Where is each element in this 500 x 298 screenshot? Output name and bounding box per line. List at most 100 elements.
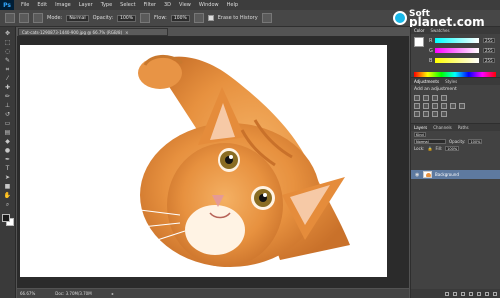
tab-channels[interactable]: Channels: [433, 125, 452, 130]
vibrance-icon[interactable]: [414, 103, 420, 109]
g-value[interactable]: 255: [483, 48, 495, 53]
menu-filter[interactable]: Filter: [140, 2, 160, 8]
pressure-opacity-icon[interactable]: [140, 13, 151, 23]
blend-mode-select[interactable]: Normal: [414, 139, 446, 144]
fg-color-preview[interactable]: [414, 37, 424, 47]
airbrush-icon[interactable]: [193, 13, 204, 23]
tools-panel: ✥ ⬚ ◌ ✎ ⌗ ⁄ ✚ ✏ ⊥ ↺ ▭ ▤ ◆ ● ✒ T ➤ ■ ✋ ⌕: [0, 27, 16, 298]
adjustments-title: Add an adjustment: [414, 87, 457, 92]
brush-tool-icon[interactable]: ✏: [3, 93, 13, 100]
move-tool-icon[interactable]: ✥: [3, 30, 13, 37]
layer-row-background[interactable]: ◉ Background: [411, 170, 500, 179]
eraser-preset-icon[interactable]: [5, 13, 15, 23]
layer-opacity-input[interactable]: 100%: [468, 139, 483, 144]
image-canvas[interactable]: [20, 45, 387, 277]
visibility-eye-icon[interactable]: ◉: [415, 172, 420, 178]
eraser-tool-icon[interactable]: ▭: [3, 120, 13, 127]
mode-label: Mode:: [47, 15, 63, 21]
shape-tool-icon[interactable]: ■: [3, 183, 13, 190]
menu-window[interactable]: Window: [195, 2, 223, 8]
threshold-icon[interactable]: [432, 111, 438, 117]
lock-icon[interactable]: 🔒: [427, 146, 432, 151]
black-white-icon[interactable]: [441, 103, 447, 109]
crop-tool-icon[interactable]: ⌗: [3, 66, 13, 73]
opacity-label: Opacity:: [92, 15, 114, 21]
brush-size-icon[interactable]: [19, 13, 29, 23]
levels-icon[interactable]: [423, 95, 429, 101]
dodge-tool-icon[interactable]: ●: [3, 147, 13, 154]
layer-opacity-label: Opacity:: [449, 139, 466, 144]
menu-3d[interactable]: 3D: [160, 2, 175, 8]
layer-style-icon[interactable]: [453, 291, 457, 296]
posterize-icon[interactable]: [423, 111, 429, 117]
menu-type[interactable]: Type: [97, 2, 116, 8]
lasso-tool-icon[interactable]: ◌: [3, 48, 13, 55]
healing-tool-icon[interactable]: ✚: [3, 84, 13, 91]
photo-filter-icon[interactable]: [450, 103, 456, 109]
curves-icon[interactable]: [432, 95, 438, 101]
menu-edit[interactable]: Edit: [33, 2, 51, 8]
exposure-icon[interactable]: [441, 95, 447, 101]
new-group-icon[interactable]: [477, 291, 481, 296]
tab-styles[interactable]: Styles: [445, 79, 457, 84]
add-mask-icon[interactable]: [461, 291, 465, 296]
foreground-color-swatch[interactable]: [1, 214, 10, 222]
tab-layers[interactable]: Layers: [414, 125, 427, 130]
eyedropper-tool-icon[interactable]: ⁄: [3, 75, 13, 82]
fill-label: Fill:: [435, 146, 443, 151]
fill-input[interactable]: 100%: [445, 146, 460, 151]
right-panels: Color Swatches R 255 G 255 B 255 Adjustm…: [410, 27, 500, 298]
lock-label: Lock:: [414, 146, 425, 151]
flow-input[interactable]: 100%: [170, 14, 190, 22]
tab-adjustments[interactable]: Adjustments: [414, 79, 439, 84]
brush-panel-icon[interactable]: [33, 13, 43, 23]
zoom-level[interactable]: 66.67%: [20, 291, 35, 296]
close-icon[interactable]: ×: [125, 30, 128, 35]
r-slider[interactable]: [435, 38, 479, 43]
b-value[interactable]: 255: [483, 58, 495, 63]
layer-kind-filter[interactable]: Kind: [414, 132, 426, 137]
g-slider[interactable]: [435, 48, 479, 53]
quick-select-tool-icon[interactable]: ✎: [3, 57, 13, 64]
marquee-tool-icon[interactable]: ⬚: [3, 39, 13, 46]
type-tool-icon[interactable]: T: [3, 165, 13, 172]
tab-swatches[interactable]: Swatches: [430, 28, 449, 33]
gradient-tool-icon[interactable]: ▤: [3, 129, 13, 136]
new-adjustment-icon[interactable]: [469, 291, 473, 296]
zoom-tool-icon[interactable]: ⌕: [3, 201, 13, 208]
gradient-map-icon[interactable]: [441, 111, 447, 117]
tab-color[interactable]: Color: [414, 28, 424, 33]
pen-tool-icon[interactable]: ✒: [3, 156, 13, 163]
delete-layer-icon[interactable]: [493, 291, 497, 296]
menu-file[interactable]: File: [17, 2, 33, 8]
invert-icon[interactable]: [414, 111, 420, 117]
hand-tool-icon[interactable]: ✋: [3, 192, 13, 199]
link-layers-icon[interactable]: [445, 291, 449, 296]
status-arrow-icon[interactable]: ▸: [112, 291, 114, 296]
menu-select[interactable]: Select: [116, 2, 139, 8]
mode-select[interactable]: Normal: [66, 14, 89, 22]
channel-mixer-icon[interactable]: [459, 103, 465, 109]
menu-view[interactable]: View: [175, 2, 195, 8]
color-balance-icon[interactable]: [432, 103, 438, 109]
softplanet-logo-icon: [393, 11, 407, 25]
document-tab[interactable]: Cat-cats-1290873-1440-900.jpg @ 66.7% (R…: [18, 28, 168, 36]
menu-help[interactable]: Help: [223, 2, 242, 8]
blur-tool-icon[interactable]: ◆: [3, 138, 13, 145]
erase-to-history-checkbox[interactable]: [207, 15, 214, 21]
clone-stamp-tool-icon[interactable]: ⊥: [3, 102, 13, 109]
pressure-size-icon[interactable]: [261, 13, 272, 23]
hue-saturation-icon[interactable]: [423, 103, 429, 109]
new-layer-icon[interactable]: [485, 291, 489, 296]
tab-paths[interactable]: Paths: [458, 125, 469, 130]
brightness-icon[interactable]: [414, 95, 420, 101]
menu-image[interactable]: Image: [51, 2, 75, 8]
menu-layer[interactable]: Layer: [75, 2, 97, 8]
color-swatches[interactable]: [1, 214, 14, 226]
path-select-tool-icon[interactable]: ➤: [3, 174, 13, 181]
r-value[interactable]: 255: [483, 38, 495, 43]
history-brush-tool-icon[interactable]: ↺: [3, 111, 13, 118]
b-slider[interactable]: [435, 58, 479, 63]
layer-name: Background: [435, 172, 459, 177]
opacity-input[interactable]: 100%: [117, 14, 137, 22]
